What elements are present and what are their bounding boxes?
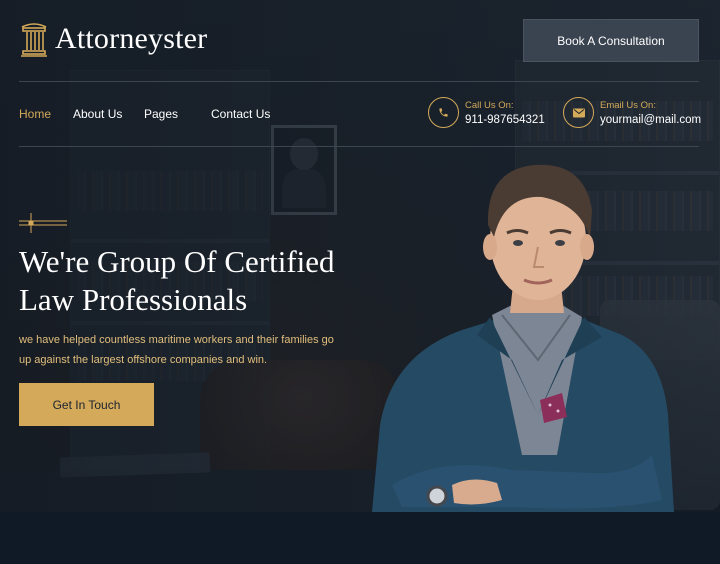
mail-icon-circle	[563, 97, 594, 128]
contact-phone[interactable]: Call Us On: 911-987654321	[428, 97, 545, 128]
hero-description: we have helped countless maritime worker…	[19, 330, 364, 370]
nav-item-home[interactable]: Home	[19, 107, 73, 121]
nav-item-about[interactable]: About Us	[73, 107, 144, 121]
email-value: yourmail@mail.com	[600, 113, 702, 126]
ornament-divider-icon	[19, 213, 67, 233]
book-consultation-button[interactable]: Book A Consultation	[523, 19, 699, 62]
get-in-touch-button[interactable]: Get In Touch	[19, 383, 154, 426]
phone-value: 911-987654321	[465, 113, 545, 126]
mail-icon	[572, 108, 585, 117]
headline-line-2: Law Professionals	[19, 282, 248, 317]
nav-item-contact[interactable]: Contact Us	[211, 107, 270, 121]
phone-icon-circle	[428, 97, 459, 128]
email-label: Email Us On:	[600, 99, 656, 111]
main-nav: Home About Us Pages Contact Us	[19, 107, 270, 121]
nav-item-pages[interactable]: Pages	[144, 107, 211, 121]
contact-email[interactable]: Email Us On: yourmail@mail.com	[563, 97, 701, 128]
pillar-icon	[21, 23, 47, 57]
description-line-2: up against the largest offshore companie…	[19, 354, 268, 366]
phone-icon	[439, 108, 448, 117]
phone-label: Call Us On:	[465, 99, 514, 111]
logo[interactable]: Attorneyster	[19, 20, 207, 58]
header-divider-bottom	[19, 146, 699, 147]
header-divider-top	[19, 81, 699, 82]
headline-line-1: We're Group Of Certified	[19, 244, 335, 279]
lawyer-photo	[372, 164, 674, 512]
hero-headline: We're Group Of Certified Law Professiona…	[19, 243, 379, 319]
footer-band	[0, 512, 720, 564]
brand-name: Attorneyster	[55, 22, 208, 55]
description-line-1: we have helped countless maritime worker…	[19, 334, 334, 346]
hero-section: Attorneyster Book A Consultation Home Ab…	[0, 0, 720, 512]
